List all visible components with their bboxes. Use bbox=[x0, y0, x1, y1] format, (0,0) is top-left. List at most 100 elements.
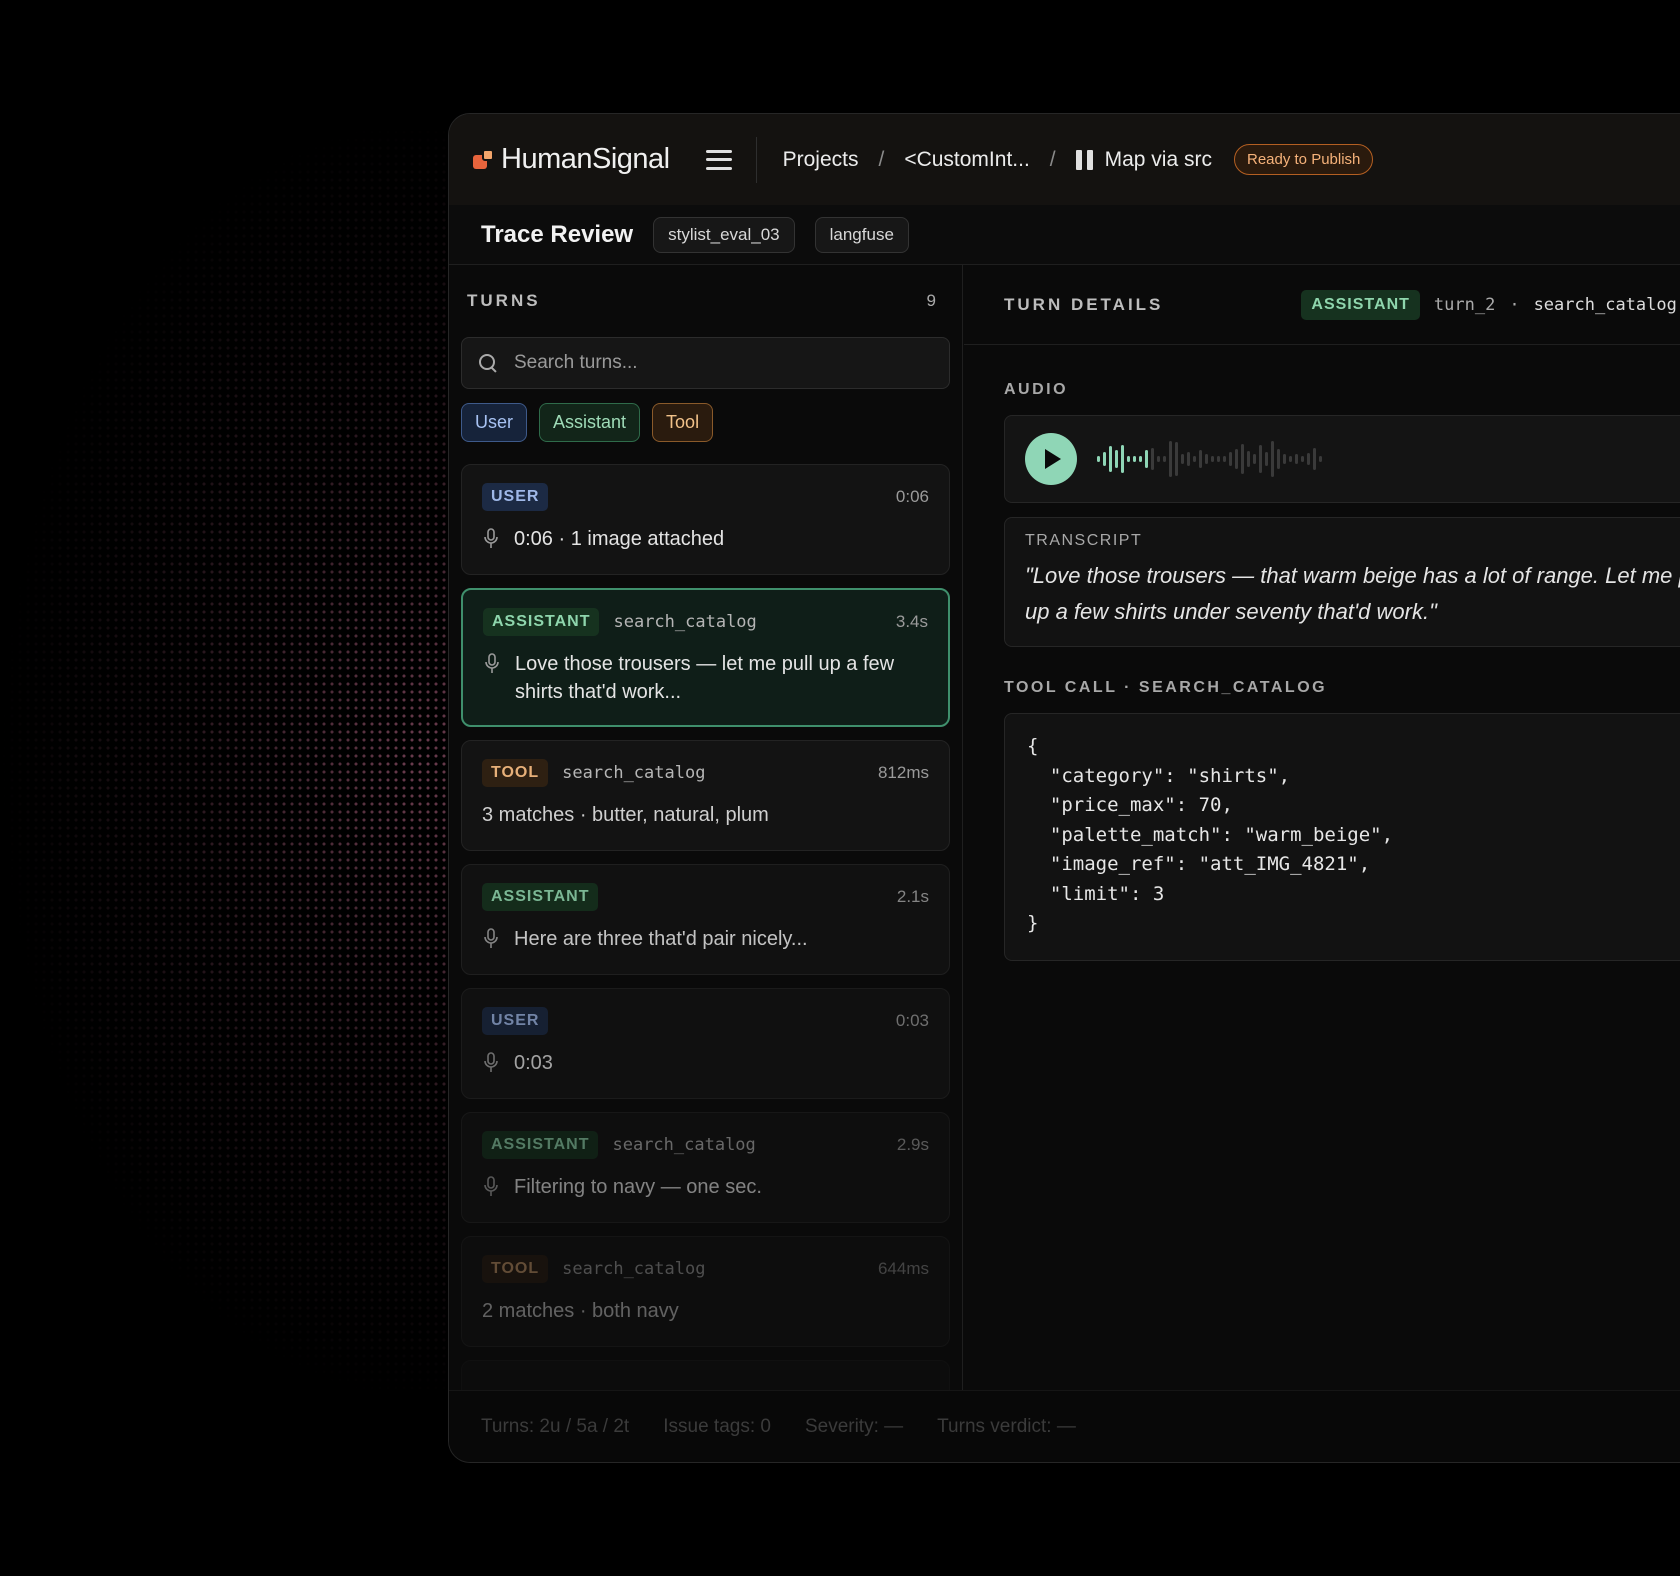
footer-issue-tags: Issue tags: 0 bbox=[663, 1415, 771, 1437]
tool-call-json: { "category": "shirts", "price_max": 70,… bbox=[1027, 735, 1394, 934]
waveform-bar bbox=[1133, 456, 1136, 462]
turn-duration: 0:03 bbox=[895, 1011, 929, 1030]
tool-call-code: { "category": "shirts", "price_max": 70,… bbox=[1004, 713, 1680, 961]
breadcrumb-current[interactable]: Map via src bbox=[1105, 148, 1212, 172]
turn-summary: 2 matches · both navy bbox=[482, 1300, 679, 1322]
waveform-bar bbox=[1247, 451, 1250, 467]
turn-summary: 0:03 bbox=[514, 1052, 553, 1074]
waveform-bar bbox=[1169, 441, 1172, 477]
waveform-bar bbox=[1235, 449, 1238, 469]
breadcrumb: Projects / <CustomInt... / Map via src bbox=[783, 148, 1212, 172]
waveform-bar bbox=[1307, 453, 1310, 465]
turn-summary: Filtering to navy — one sec. bbox=[514, 1176, 762, 1198]
brand-name: HumanSignal bbox=[501, 143, 670, 175]
turn-item[interactable]: USER 0:03 0:03 bbox=[461, 988, 950, 1099]
pause-icon bbox=[1075, 149, 1093, 170]
turn-item[interactable]: USER 0:06 0:06 · 1 image attached bbox=[461, 464, 950, 575]
role-tag: USER bbox=[482, 1007, 549, 1035]
waveform-bar bbox=[1271, 441, 1274, 477]
play-icon[interactable] bbox=[1025, 433, 1077, 485]
waveform-bar bbox=[1205, 454, 1208, 464]
waveform-bar bbox=[1163, 456, 1166, 462]
waveform-bar bbox=[1301, 456, 1304, 462]
turn-item[interactable]: TOOL search_catalog 812ms 3 matches · bu… bbox=[461, 740, 950, 851]
footer-severity: Severity: — bbox=[804, 1415, 904, 1437]
turn-duration: 2.9s bbox=[896, 1135, 929, 1154]
separator: · bbox=[1509, 294, 1520, 315]
waveform-bar bbox=[1259, 445, 1262, 473]
breadcrumb-project[interactable]: <CustomInt... bbox=[904, 148, 1029, 172]
waveform-bar bbox=[1229, 452, 1232, 466]
details-title: TURN DETAILS bbox=[1004, 294, 1164, 314]
waveform-bar bbox=[1295, 454, 1298, 464]
mic-icon bbox=[485, 653, 499, 673]
mic-icon bbox=[484, 1176, 498, 1196]
turn-summary: 3 matches · butter, natural, plum bbox=[482, 804, 769, 826]
waveform-bar bbox=[1319, 456, 1322, 462]
search-box[interactable] bbox=[461, 337, 950, 389]
role-tag: ASSISTANT bbox=[1301, 289, 1420, 320]
waveform-bar bbox=[1193, 456, 1196, 462]
role-tag: TOOL bbox=[482, 1255, 549, 1283]
waveform[interactable] bbox=[1095, 439, 1335, 479]
top-bar: HumanSignal Projects / <CustomInt... / M… bbox=[449, 114, 1680, 205]
filter-tool[interactable]: Tool bbox=[652, 403, 714, 442]
search-input[interactable] bbox=[514, 352, 894, 374]
turns-panel: TURNS 9 User Assistant Tool USER 0:06 0:… bbox=[449, 265, 963, 1390]
app-window: HumanSignal Projects / <CustomInt... / M… bbox=[448, 113, 1680, 1463]
mic-icon bbox=[484, 1052, 498, 1072]
waveform-bar bbox=[1277, 449, 1280, 469]
waveform-bar bbox=[1139, 456, 1142, 462]
search-icon bbox=[478, 353, 498, 373]
waveform-bar bbox=[1199, 450, 1202, 468]
sub-header: Trace Review stylist_eval_03 langfuse bbox=[449, 205, 1680, 265]
audio-player bbox=[1004, 415, 1680, 503]
waveform-bar bbox=[1253, 454, 1256, 464]
tool-name: search_catalog bbox=[1533, 294, 1677, 315]
turn-item[interactable]: TOOL search_catalog 644ms 2 matches · bo… bbox=[461, 1236, 950, 1347]
brand-logo[interactable]: HumanSignal bbox=[473, 143, 670, 176]
turn-duration: 2.1s bbox=[896, 887, 929, 906]
breadcrumb-projects[interactable]: Projects bbox=[783, 148, 859, 172]
transcript-content: "Love those trousers — that warm beige h… bbox=[1025, 563, 1680, 624]
turn-duration: 3.4s bbox=[895, 612, 928, 631]
turn-duration: 812ms bbox=[877, 763, 929, 782]
waveform-bar bbox=[1211, 456, 1214, 462]
role-tag: ASSISTANT bbox=[482, 883, 599, 911]
waveform-bar bbox=[1157, 456, 1160, 462]
chip-source[interactable]: langfuse bbox=[814, 216, 909, 253]
filter-assistant[interactable]: Assistant bbox=[539, 403, 641, 442]
role-tag: TOOL bbox=[482, 759, 549, 787]
tool-name: search_catalog bbox=[612, 1135, 756, 1155]
transcript-box: TRANSCRIPT "Love those trousers — that w… bbox=[1004, 517, 1680, 647]
turn-item[interactable]: ASSISTANT 2.1s Here are three that'd pai… bbox=[461, 864, 950, 975]
page-title: Trace Review bbox=[481, 220, 634, 248]
chip-eval[interactable]: stylist_eval_03 bbox=[653, 216, 795, 253]
waveform-bar bbox=[1151, 448, 1154, 470]
turn-summary: Love those trousers — let me pull up a f… bbox=[515, 653, 895, 703]
transcript-label: TRANSCRIPT bbox=[1025, 532, 1143, 549]
transcript-text: "Love those trousers — that warm beige h… bbox=[1025, 558, 1680, 630]
turn-item[interactable]: ASSISTANT search_catalog 2.9s Filtering … bbox=[461, 1112, 950, 1223]
tool-call-label: TOOL CALL · SEARCH_CATALOG bbox=[1004, 679, 1328, 696]
status-badge[interactable]: Ready to Publish bbox=[1233, 144, 1374, 175]
waveform-bar bbox=[1097, 456, 1100, 462]
waveform-bar bbox=[1145, 450, 1148, 468]
turn-item-partial[interactable] bbox=[461, 1360, 950, 1390]
waveform-bar bbox=[1289, 456, 1292, 462]
tool-name: search_catalog bbox=[562, 763, 706, 783]
turn-item-selected[interactable]: ASSISTANT search_catalog 3.4s Love those… bbox=[461, 588, 950, 727]
audio-label: AUDIO bbox=[1004, 381, 1069, 398]
breadcrumb-separator: / bbox=[1049, 147, 1056, 171]
waveform-bar bbox=[1241, 444, 1244, 474]
role-tag: ASSISTANT bbox=[483, 608, 600, 636]
turns-title: TURNS bbox=[467, 291, 541, 310]
filter-user[interactable]: User bbox=[461, 403, 528, 442]
waveform-bar bbox=[1181, 454, 1184, 464]
waveform-bar bbox=[1217, 456, 1220, 462]
waveform-bar bbox=[1265, 452, 1268, 466]
tool-name: search_catalog bbox=[562, 1259, 706, 1279]
waveform-bar bbox=[1175, 442, 1178, 476]
turn-summary: 0:06 · 1 image attached bbox=[514, 528, 725, 550]
menu-icon[interactable] bbox=[705, 149, 732, 170]
